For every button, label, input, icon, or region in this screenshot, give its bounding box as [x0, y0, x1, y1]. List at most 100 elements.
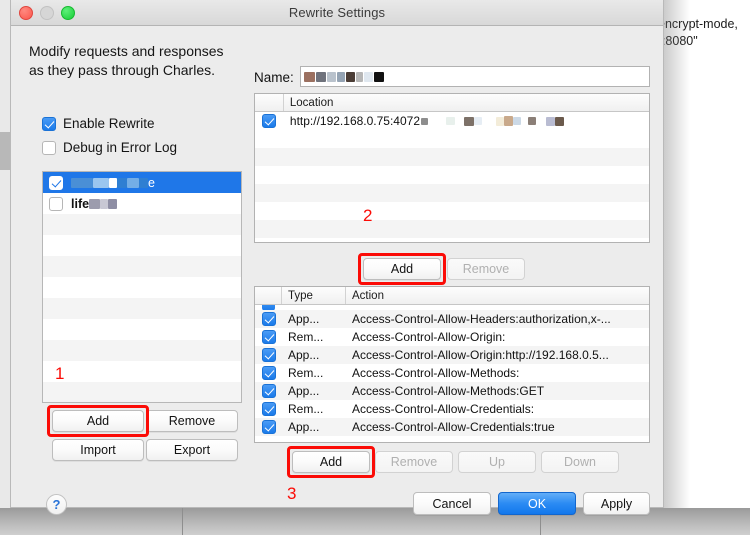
list-item[interactable]	[43, 277, 241, 298]
location-col-check	[255, 94, 284, 111]
action-row-checkbox-cell[interactable]	[255, 382, 282, 400]
action-row-checkbox-cell[interactable]	[255, 310, 282, 328]
ok-button[interactable]: OK	[498, 492, 576, 515]
action-row-checkbox-cell[interactable]	[255, 328, 282, 346]
action-row-checkbox[interactable]	[262, 402, 276, 416]
location-row-value: http://192.168.0.75:4072	[284, 112, 649, 130]
location-row-checkbox[interactable]	[262, 114, 276, 128]
zoom-button[interactable]	[61, 6, 75, 20]
debug-error-log-checkbox[interactable]	[42, 140, 56, 155]
rule-set-checkbox[interactable]	[49, 175, 63, 190]
action-row-checkbox-cell[interactable]	[255, 400, 282, 418]
table-row[interactable]: Rem... Access-Control-Allow-Credentials:	[255, 400, 649, 418]
table-row[interactable]: App... Access-Control-Allow-Credentials:…	[255, 418, 649, 436]
redaction-block	[474, 117, 483, 125]
redaction-block	[108, 198, 118, 209]
redaction-block	[464, 116, 475, 126]
action-row-checkbox-cell[interactable]	[255, 364, 282, 382]
list-item[interactable]: e	[43, 172, 241, 193]
action-col-type: Type	[282, 287, 346, 304]
apply-button[interactable]: Apply	[583, 492, 650, 515]
action-row-type: Rem...	[288, 366, 324, 380]
debug-error-log-checkbox-row[interactable]: Debug in Error Log	[42, 140, 177, 155]
redaction-block	[364, 71, 373, 82]
redaction-block	[316, 71, 326, 82]
close-button[interactable]	[19, 6, 33, 20]
action-row-checkbox-cell[interactable]	[255, 346, 282, 364]
table-row[interactable]: Rem... Access-Control-Allow-Origin:	[255, 328, 649, 346]
list-item[interactable]	[43, 382, 241, 402]
dialog-titlebar[interactable]: Rewrite Settings	[11, 0, 663, 26]
action-row-checkbox[interactable]	[262, 384, 276, 398]
redaction-block	[555, 116, 565, 126]
action-row-action: Access-Control-Allow-Credentials:true	[352, 420, 555, 434]
action-row-checkbox[interactable]	[262, 330, 276, 344]
table-row[interactable]: App... Access-Control-Allow-Headers:auth…	[255, 310, 649, 328]
table-row[interactable]: App... Access-Control-Allow-Origin:http:…	[255, 346, 649, 364]
list-item[interactable]	[43, 298, 241, 319]
action-row-checkbox[interactable]	[262, 366, 276, 380]
dialog-body: Modify requests and responses as they pa…	[11, 26, 663, 515]
name-input[interactable]	[300, 66, 650, 87]
export-button[interactable]: Export	[146, 439, 238, 461]
add-rule-set-button[interactable]: Add	[52, 410, 144, 432]
table-row[interactable]	[255, 220, 649, 238]
list-item[interactable]	[43, 214, 241, 235]
background-bottom-divider-1	[182, 508, 183, 535]
redaction-block	[109, 177, 117, 188]
annotation-number-2: 2	[363, 206, 373, 225]
list-item[interactable]	[43, 361, 241, 382]
action-table-partial-row	[255, 305, 649, 310]
list-item[interactable]	[43, 256, 241, 277]
action-row-type: App...	[288, 384, 320, 398]
annotation-number-1: 1	[55, 364, 65, 383]
redaction-block	[421, 117, 429, 125]
list-item[interactable]: life	[43, 193, 241, 214]
minimize-button[interactable]	[40, 6, 54, 20]
remove-action-button: Remove	[375, 451, 453, 473]
table-row[interactable]	[255, 166, 649, 184]
list-item[interactable]	[43, 340, 241, 361]
rule-sets-list[interactable]: e life	[42, 171, 242, 403]
action-row-action: Access-Control-Allow-Credentials:	[352, 402, 535, 416]
table-row[interactable]: App... Access-Control-Allow-Methods:GET	[255, 382, 649, 400]
list-item[interactable]	[43, 319, 241, 340]
cancel-button[interactable]: Cancel	[413, 492, 491, 515]
background-left-scrollbar[interactable]	[0, 132, 10, 170]
redaction-block	[117, 177, 127, 188]
redaction-block	[71, 177, 93, 188]
table-row[interactable]: Rem... Access-Control-Allow-Methods:	[255, 364, 649, 382]
action-row-action: Access-Control-Allow-Origin:	[352, 330, 506, 344]
window-title: Rewrite Settings	[288, 5, 386, 20]
import-button[interactable]: Import	[52, 439, 144, 461]
table-row[interactable]	[255, 130, 649, 148]
table-row[interactable]	[255, 148, 649, 166]
redaction-block	[496, 116, 505, 126]
redaction-block	[356, 71, 363, 82]
action-row-checkbox[interactable]	[262, 420, 276, 434]
rule-set-checkbox[interactable]	[49, 196, 63, 211]
action-row-checkbox-cell[interactable]	[255, 418, 282, 436]
action-row-checkbox[interactable]	[262, 348, 276, 362]
help-icon[interactable]: ?	[46, 494, 67, 515]
action-row-checkbox[interactable]	[262, 312, 276, 326]
rule-set-label: life	[71, 197, 118, 211]
enable-rewrite-checkbox[interactable]	[42, 116, 56, 131]
location-row-checkbox-cell[interactable]	[255, 112, 284, 130]
add-action-button[interactable]: Add	[292, 451, 370, 473]
location-col-label: Location	[289, 96, 334, 109]
remove-rule-set-button[interactable]: Remove	[146, 410, 238, 432]
location-table[interactable]: Location http://192.168.0.75:4072	[254, 93, 650, 243]
action-table[interactable]: Type Action App... Access-Control-Allow-…	[254, 286, 650, 443]
action-row-type: Rem...	[288, 402, 324, 416]
enable-rewrite-checkbox-row[interactable]: Enable Rewrite	[42, 116, 155, 131]
table-row[interactable]	[255, 184, 649, 202]
redaction-block	[100, 198, 109, 209]
add-location-button[interactable]: Add	[363, 258, 441, 280]
redaction-block	[337, 71, 345, 82]
table-row[interactable]: http://192.168.0.75:4072	[255, 112, 649, 130]
action-row-action: Access-Control-Allow-Methods:GET	[352, 384, 545, 398]
redaction-block	[546, 116, 556, 126]
table-row[interactable]	[255, 202, 649, 220]
list-item[interactable]	[43, 235, 241, 256]
